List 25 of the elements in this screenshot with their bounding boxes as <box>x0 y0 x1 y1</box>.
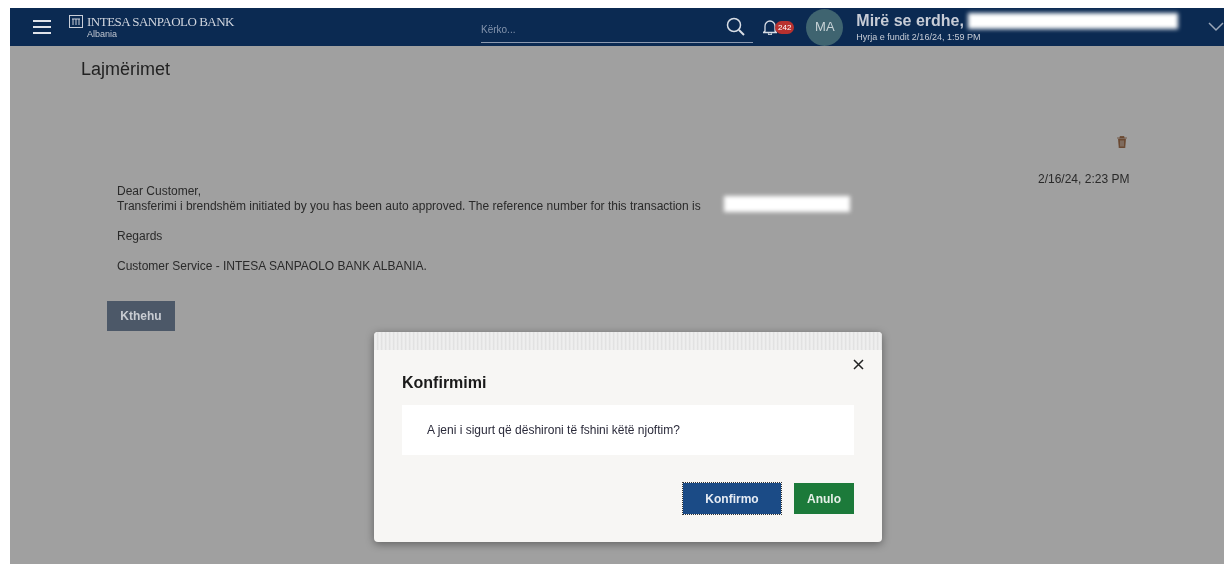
greeting-text: Mirë se erdhe, <box>856 11 964 31</box>
message-date: 2/16/24, 2:23 PM <box>1038 171 1130 188</box>
message-line: Customer Service - INTESA SANPAOLO BANK ALBANIA. <box>117 259 428 274</box>
chevron-down-icon[interactable] <box>1207 22 1224 32</box>
cancel-button[interactable]: Anulo <box>794 483 854 514</box>
back-button[interactable]: Kthehu <box>107 301 175 331</box>
dialog-message: A jeni i sigurt që dëshironi të fshini këtë njoftim? <box>427 422 680 439</box>
trash-icon[interactable] <box>1117 136 1127 148</box>
close-icon[interactable] <box>853 359 864 370</box>
bell-icon[interactable] <box>763 19 777 35</box>
search-icon[interactable] <box>726 17 746 37</box>
message-line: Dear Customer, <box>117 184 203 199</box>
search-field[interactable]: Kërko... <box>481 17 753 43</box>
bank-name: INTESA SANPAOLO BANK <box>87 14 234 29</box>
page-title: Lajmërimet <box>81 58 171 81</box>
last-login-text: Hyrja e fundit 2/16/24, 1:59 PM <box>856 31 982 43</box>
notification-badge: 242 <box>775 20 795 34</box>
dialog-title: Konfirmimi <box>402 373 487 393</box>
message-line: Transferimi i brendshëm initiated by you has been auto approved. The reference number for this transaction is <box>117 199 701 214</box>
confirm-button[interactable]: Konfirmo <box>683 483 781 514</box>
user-avatar[interactable]: MA <box>806 8 844 46</box>
logo-icon <box>69 15 83 28</box>
bank-country: Albania <box>87 29 119 40</box>
menu-icon[interactable] <box>33 19 51 35</box>
message-line: Regards <box>117 229 164 244</box>
